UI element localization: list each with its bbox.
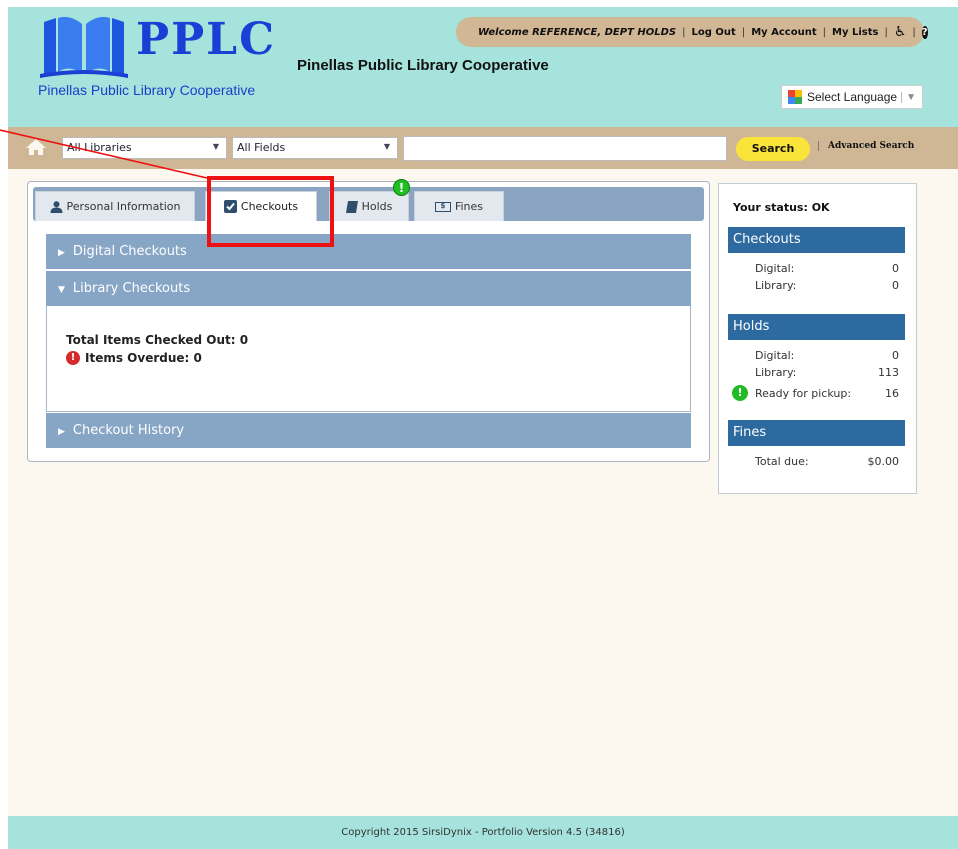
row-label: Total due: [755, 455, 809, 468]
user-icon [50, 200, 63, 213]
library-select[interactable]: All Libraries ▼ [62, 137, 227, 159]
status-fines-header: Fines [728, 420, 905, 446]
accordion-label: Checkout History [72, 423, 185, 438]
row-value: $0.00 [867, 455, 900, 468]
row-value: 16 [885, 387, 899, 400]
tab-fines[interactable]: $ Fines [414, 191, 504, 221]
separator: | [741, 26, 746, 38]
google-translate-icon [788, 90, 802, 104]
my-lists-link[interactable]: My Lists [832, 27, 878, 38]
search-input[interactable] [403, 136, 727, 161]
status-row: Digital: 0 [755, 262, 899, 275]
status-sidebar: Your status: OK Checkouts Digital: 0 Lib… [718, 183, 917, 494]
site-header: PPLC Pinellas Public Library Cooperative… [8, 7, 958, 127]
tab-personal-information[interactable]: Personal Information [35, 191, 195, 221]
items-overdue-text: Items Overdue: 0 [85, 351, 202, 365]
language-label: Select Language [807, 90, 898, 104]
overdue-alert-icon: ! [66, 351, 80, 365]
logout-link[interactable]: Log Out [692, 27, 736, 38]
status-checkouts-header: Checkouts [728, 227, 905, 253]
status-row: Library: 113 [755, 366, 899, 379]
accordion-label: Digital Checkouts [72, 244, 187, 259]
status-row: Digital: 0 [755, 349, 899, 362]
book-icon [345, 200, 358, 213]
row-value: 0 [892, 349, 899, 362]
welcome-text: Welcome REFERENCE, DEPT HOLDS [478, 26, 677, 38]
status-row: Library: 0 [755, 279, 899, 292]
account-panel: Personal Information Checkouts Holds ! $… [27, 179, 710, 462]
separator: | [912, 26, 916, 38]
total-items-checked-out: Total Items Checked Out: 0 [66, 333, 249, 347]
row-label: Ready for pickup: [755, 387, 852, 400]
logo-wordmark: PPLC [136, 14, 277, 65]
separator: | [884, 26, 888, 38]
accessibility-icon[interactable]: ♿ [894, 24, 907, 40]
money-icon: $ [434, 201, 451, 212]
tab-label: Fines [454, 200, 484, 213]
row-value: 0 [892, 279, 899, 292]
accordion-label: Library Checkouts [72, 281, 191, 296]
ready-pickup-alert-icon: ! [732, 385, 748, 401]
status-row: Total due: $0.00 [755, 455, 899, 468]
caret-right-icon: ▶ [58, 427, 65, 437]
digital-checkouts-header[interactable]: ▶ Digital Checkouts [46, 234, 691, 269]
status-title: Your status: OK [733, 201, 830, 214]
tab-label: Personal Information [66, 200, 181, 213]
pplc-logo[interactable]: PPLC Pinellas Public Library Cooperative [38, 12, 274, 107]
language-select[interactable]: Select Language ▼ [781, 85, 923, 109]
row-label: Digital: [755, 349, 795, 362]
tab-holds[interactable]: Holds [329, 191, 409, 221]
dropdown-arrow-icon: ▼ [212, 142, 219, 151]
checkout-history-header[interactable]: ▶ Checkout History [46, 413, 691, 448]
status-row: Ready for pickup: 16 [755, 387, 899, 400]
site-title: Pinellas Public Library Cooperative [297, 57, 549, 74]
caret-down-icon: ▼ [58, 285, 65, 295]
search-bar: All Libraries ▼ All Fields ▼ Search Adva… [8, 127, 958, 169]
row-label: Library: [755, 279, 797, 292]
row-label: Digital: [755, 262, 795, 275]
dropdown-arrow-icon: ▼ [901, 91, 916, 103]
app-window: PPLC Pinellas Public Library Cooperative… [8, 7, 958, 849]
field-select-value: All Fields [237, 141, 286, 154]
status-holds-header: Holds [728, 314, 905, 340]
library-select-value: All Libraries [67, 141, 132, 154]
items-overdue-line: ! Items Overdue: 0 [66, 351, 202, 365]
field-select[interactable]: All Fields ▼ [232, 137, 398, 159]
holds-alert-icon: ! [393, 179, 410, 196]
home-icon[interactable] [25, 138, 47, 156]
annotation-highlight-box [207, 176, 334, 247]
page-footer: Copyright 2015 SirsiDynix - Portfolio Ve… [8, 816, 958, 849]
library-checkouts-header[interactable]: ▼ Library Checkouts [46, 271, 691, 306]
my-account-link[interactable]: My Account [751, 27, 816, 38]
row-label: Library: [755, 366, 797, 379]
logo-subtitle: Pinellas Public Library Cooperative [38, 82, 256, 98]
help-icon[interactable]: ? [921, 25, 928, 39]
row-value: 113 [878, 366, 899, 379]
tab-label: Holds [361, 200, 393, 213]
row-value: 0 [892, 262, 899, 275]
separator: | [682, 26, 686, 38]
user-toolbar: Welcome REFERENCE, DEPT HOLDS | Log Out … [456, 17, 928, 47]
search-button[interactable]: Search [736, 137, 810, 161]
book-logo-icon [40, 16, 128, 78]
separator: | [822, 26, 826, 38]
caret-right-icon: ▶ [58, 248, 65, 258]
dropdown-arrow-icon: ▼ [383, 142, 390, 151]
advanced-search-link[interactable]: Advanced Search [818, 141, 914, 151]
library-checkouts-body: Total Items Checked Out: 0 ! Items Overd… [46, 306, 691, 412]
account-tabs: Personal Information Checkouts Holds ! $… [33, 179, 704, 221]
